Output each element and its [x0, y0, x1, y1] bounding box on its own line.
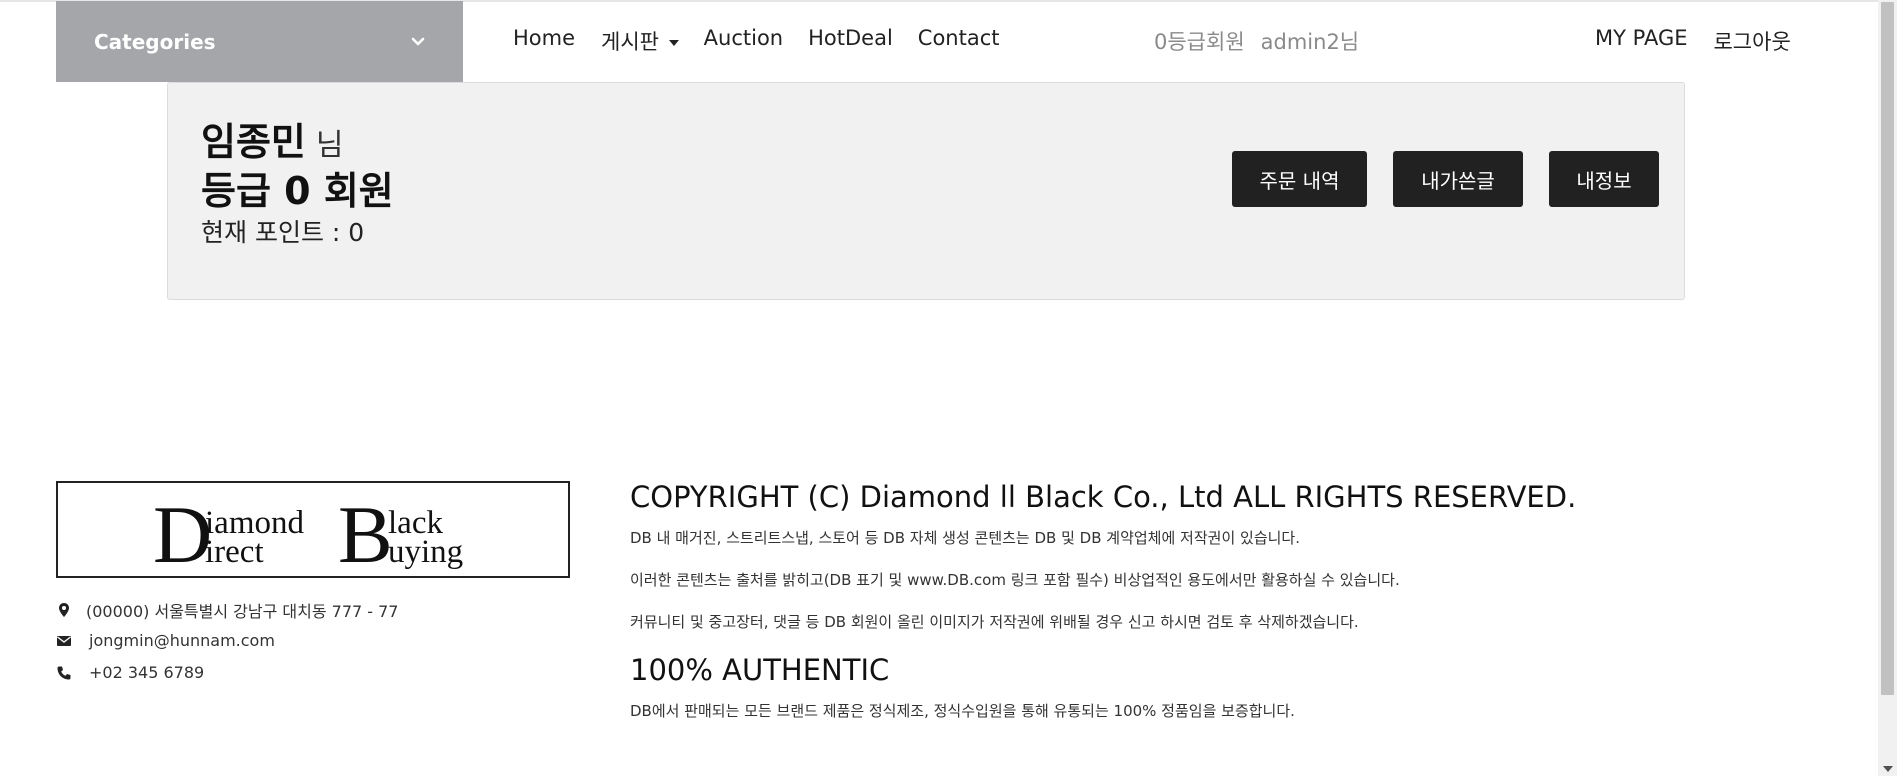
phone-icon	[57, 666, 71, 679]
footer-address: (00000) 서울특별시 강남구 대치동 777 - 77	[56, 598, 399, 622]
svg-text:irect: irect	[205, 534, 264, 570]
chevron-down-icon	[411, 37, 425, 45]
nav-board[interactable]: 게시판	[601, 26, 680, 56]
account-links: MY PAGE 로그아웃	[1595, 26, 1791, 56]
svg-text:B: B	[338, 490, 393, 570]
svg-text:uying: uying	[388, 534, 463, 570]
user-name: admin2님	[1260, 30, 1360, 54]
profile-actions: 주문 내역 내가쓴글 내정보	[1232, 151, 1659, 207]
order-history-button[interactable]: 주문 내역	[1232, 151, 1367, 207]
caret-down-icon	[668, 40, 679, 46]
profile-card: 임종민 님 등급 0 회원 현재 포인트 : 0 주문 내역 내가쓴글 내정보	[167, 82, 1685, 300]
categories-label: Categories	[94, 29, 216, 54]
copyright-title: COPYRIGHT (C) Diamond ll Black Co., Ltd …	[630, 480, 1577, 514]
nav-auction[interactable]: Auction	[704, 26, 783, 56]
copyright-line: 이러한 콘텐츠는 출처를 밝히고(DB 표기 및 www.DB.com 링크 포…	[630, 571, 1400, 589]
profile-name-suffix: 님	[315, 128, 344, 163]
copyright-line: 커뮤니티 및 중고장터, 댓글 등 DB 회원이 올린 이미지가 저작권에 위배…	[630, 613, 1359, 631]
brand-logo-mark: D iamond irect B lack uying	[153, 490, 463, 570]
authentic-text: DB에서 판매되는 모든 브랜드 제품은 정식제조, 정식수입원을 통해 유통되…	[630, 702, 1295, 720]
profile-name: 임종민	[201, 120, 306, 164]
nav-board-label: 게시판	[601, 30, 659, 54]
email-link[interactable]: jongmin@hunnam.com	[89, 631, 275, 650]
svg-text:D: D	[153, 490, 212, 570]
my-info-button[interactable]: 내정보	[1549, 151, 1659, 207]
footer-phone: +02 345 6789	[56, 663, 204, 682]
mypage-link[interactable]: MY PAGE	[1595, 26, 1687, 56]
user-info: 0등급회원 admin2님	[1154, 26, 1359, 56]
nav-hotdeal[interactable]: HotDeal	[808, 26, 893, 56]
vertical-scrollbar[interactable]	[1878, 0, 1897, 776]
profile-points: 현재 포인트 : 0	[201, 218, 365, 247]
map-pin-icon	[59, 603, 69, 617]
my-posts-button[interactable]: 내가쓴글	[1393, 151, 1523, 207]
user-grade: 0등급회원	[1154, 30, 1245, 54]
scrollbar-thumb[interactable]	[1881, 2, 1894, 695]
scroll-down-arrow-icon[interactable]	[1883, 766, 1893, 772]
profile-grade: 등급 0 회원	[201, 169, 394, 213]
nav-contact[interactable]: Contact	[918, 26, 1000, 56]
footer-email: jongmin@hunnam.com	[56, 631, 275, 650]
brand-logo: D iamond irect B lack uying	[56, 481, 570, 578]
phone-text: +02 345 6789	[89, 663, 205, 682]
envelope-icon	[57, 635, 71, 646]
copyright-line: DB 내 매거진, 스트리트스냅, 스토어 등 DB 자체 생성 콘텐츠는 DB…	[630, 529, 1300, 547]
main-nav: Home 게시판 Auction HotDeal Contact	[513, 26, 1000, 56]
profile-name-line: 임종민 님	[201, 111, 344, 166]
authentic-title: 100% AUTHENTIC	[630, 653, 890, 687]
nav-home[interactable]: Home	[513, 26, 575, 56]
categories-dropdown[interactable]: Categories	[56, 1, 463, 82]
address-text: (00000) 서울특별시 강남구 대치동 777 - 77	[86, 602, 399, 621]
logout-link[interactable]: 로그아웃	[1713, 26, 1790, 56]
